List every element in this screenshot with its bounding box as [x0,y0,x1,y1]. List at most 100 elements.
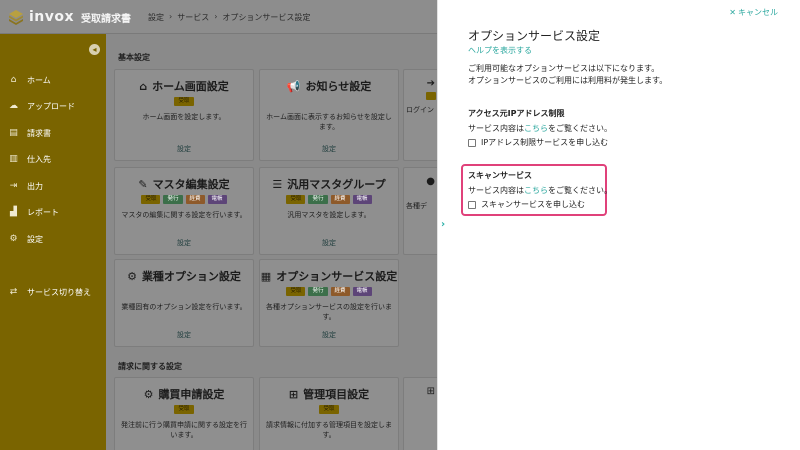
badge-receive: 受取 [174,97,194,106]
section-title-basic: 基本設定 [118,53,150,62]
card-title-text: 管理項目設定 [303,388,370,401]
card-description: 発注前に行う購買申請に関する設定を行います。 [121,421,247,439]
home-icon: ⌂ [139,79,148,93]
card-industry-option[interactable]: ⚙ 業種オプション設定 業種固有のオプション設定を行います。 設定 [114,259,254,347]
chevron-right-icon: › [169,12,173,21]
ip-restriction-checkbox[interactable] [468,138,476,147]
card-title: ⚙ 業種オプション設定 [115,268,253,284]
cancel-button[interactable]: ✕ キャンセル [729,7,778,18]
card-settings-link[interactable]: 設定 [115,330,253,340]
badge-group: 受取 発行 経費 電帳 [260,195,398,204]
card-master-edit[interactable]: ✎ マスタ編集設定 受取 発行 経費 電帳 マスタの編集に関する設定を行います。 … [114,167,254,255]
scan-service-checkbox-row[interactable]: スキャンサービスを申し込む [468,199,585,210]
card-settings-link[interactable]: 設定 [260,238,398,248]
badge-group: 受取 発行 経費 電帳 [260,287,398,296]
scan-service-link[interactable]: こちら [524,186,548,195]
card-notice-settings[interactable]: 📢 お知らせ設定 ホーム画面に表示するお知らせを設定します。 設定 [259,69,399,161]
badge-expense: 経費 [330,287,350,296]
sidebar-item-label: レポート [27,208,59,218]
card-description: ホーム画面を設定します。 [142,113,226,121]
card-description: 汎用マスタを設定します。 [287,211,371,219]
list-icon: ☰ [272,177,283,191]
sidebar-item-upload[interactable]: ☁ アップロード [0,94,106,121]
sidebar-item-export[interactable]: ⇥ 出力 [0,173,106,200]
card-description: 請求情報に付加する管理項目を設定します。 [266,421,392,439]
breadcrumb-item-current: オプションサービス設定 [222,13,311,22]
card-partial-text: 各種デ [406,202,427,210]
card-generic-master-group[interactable]: ☰ 汎用マスタグループ 受取 発行 経費 電帳 汎用マスタを設定します。 設定 [259,167,399,255]
login-icon: ➔ [426,78,435,89]
sidebar: ◂ ⌂ ホーム ☁ アップロード ▤ 請求書 ▥ 仕入先 ⇥ 出力 ▟ レポート… [0,34,106,450]
card-purchase-request[interactable]: ⚙ 購買申請設定 受取 発注前に行う購買申請に関する設定を行います。 [114,377,254,450]
card-title: ⚙ 購買申請設定 [115,386,253,402]
sidebar-item-suppliers[interactable]: ▥ 仕入先 [0,147,106,174]
sidebar-item-home[interactable]: ⌂ ホーム [0,67,106,94]
card-title-text: 汎用マスタグループ [287,178,386,191]
card-option-service[interactable]: ▦ オプションサービス設定 受取 発行 経費 電帳 各種オプションサービスの設定を… [259,259,399,347]
card-title-text: ホーム画面設定 [152,80,229,93]
card-partial[interactable]: ➔ ログイン [403,69,437,161]
card-description: マスタの編集に関する設定を行います。 [121,211,247,219]
card-settings-link[interactable]: 設定 [115,144,253,154]
collapse-sidebar-button[interactable]: ◂ [89,44,100,55]
card-partial-text: ログイン [406,106,434,114]
panel-title: オプションサービス設定 [468,29,601,43]
sidebar-item-label: サービス切り替え [27,287,91,297]
badge-issue: 発行 [308,195,328,204]
help-link[interactable]: ヘルプを表示する [468,45,532,56]
card-management-items[interactable]: ⊞ 管理項目設定 受取 請求情報に付加する管理項目を設定します。 [259,377,399,450]
card-title-text: オプションサービス設定 [276,270,398,283]
badge-group [260,97,398,106]
breadcrumb-item-settings[interactable]: 設定 [148,12,164,23]
card-partial[interactable]: ● 各種デ [403,167,437,255]
logo-text: invox [29,9,75,25]
ip-restriction-checkbox-row[interactable]: IPアドレス制限サービスを申し込む [468,137,608,148]
breadcrumb-item-service[interactable]: サービス [177,12,209,23]
info-text: サービス内容は [468,186,524,195]
info-text: サービス内容は [468,124,524,133]
card-title: ☰ 汎用マスタグループ [260,176,398,192]
badge-receive: 受取 [174,405,194,414]
logo-icon [9,10,23,25]
sidebar-item-label: 出力 [27,181,43,191]
export-icon: ⇥ [9,180,18,191]
section-title-invoice: 請求に関する設定 [118,362,182,371]
info-text: をご覧ください。 [548,186,612,195]
card-title: ⊞ 管理項目設定 [260,386,398,402]
switch-icon: ⇄ [9,286,18,297]
sidebar-item-invoices[interactable]: ▤ 請求書 [0,120,106,147]
option-service-panel: ✕ キャンセル オプションサービス設定 ヘルプを表示する ご利用可能なオプション… [452,0,800,450]
badge-group: 受取 発行 経費 電帳 [115,195,253,204]
badge-group [115,287,253,296]
card-description: 業種固有のオプション設定を行います。 [121,303,247,311]
scan-service-title: スキャンサービス [468,171,532,180]
ip-restriction-title: アクセス元IPアドレス制限 [468,109,565,118]
circle-icon: ● [426,176,435,187]
chevron-right-icon: › [441,219,446,230]
gear-icon: ⚙ [9,233,18,244]
card-title: ✎ マスタ編集設定 [115,176,253,192]
sidebar-item-service-switch[interactable]: ⇄ サービス切り替え [0,279,106,306]
card-title-text: マスタ編集設定 [152,178,230,191]
card-settings-link[interactable]: 設定 [115,238,253,248]
ip-service-link[interactable]: こちら [524,124,548,133]
badge-receive: 受取 [141,195,161,204]
card-settings-link[interactable]: 設定 [260,144,398,154]
card-home-settings[interactable]: ⌂ ホーム画面設定 受取 ホーム画面を設定します。 設定 [114,69,254,161]
grid-icon: ▦ [260,269,272,283]
card-partial[interactable]: ⊞ [403,377,437,450]
service-switch[interactable]: ⇄ サービス切り替え [0,279,106,306]
card-title: ▦ オプションサービス設定 [260,268,398,284]
badge-issue: 発行 [163,195,183,204]
badge-issue: 発行 [308,287,328,296]
document-icon: ▤ [9,127,18,138]
cancel-label: キャンセル [738,8,778,17]
sidebar-item-settings[interactable]: ⚙ 設定 [0,226,106,253]
sidebar-item-reports[interactable]: ▟ レポート [0,200,106,227]
scan-service-checkbox[interactable] [468,200,476,209]
sidebar-item-label: アップロード [27,102,75,112]
chevron-right-icon: › [214,12,218,21]
logo-subtitle: 受取請求書 [81,13,132,25]
drawer-collapse-handle[interactable]: › [437,0,452,450]
card-settings-link[interactable]: 設定 [260,330,398,340]
